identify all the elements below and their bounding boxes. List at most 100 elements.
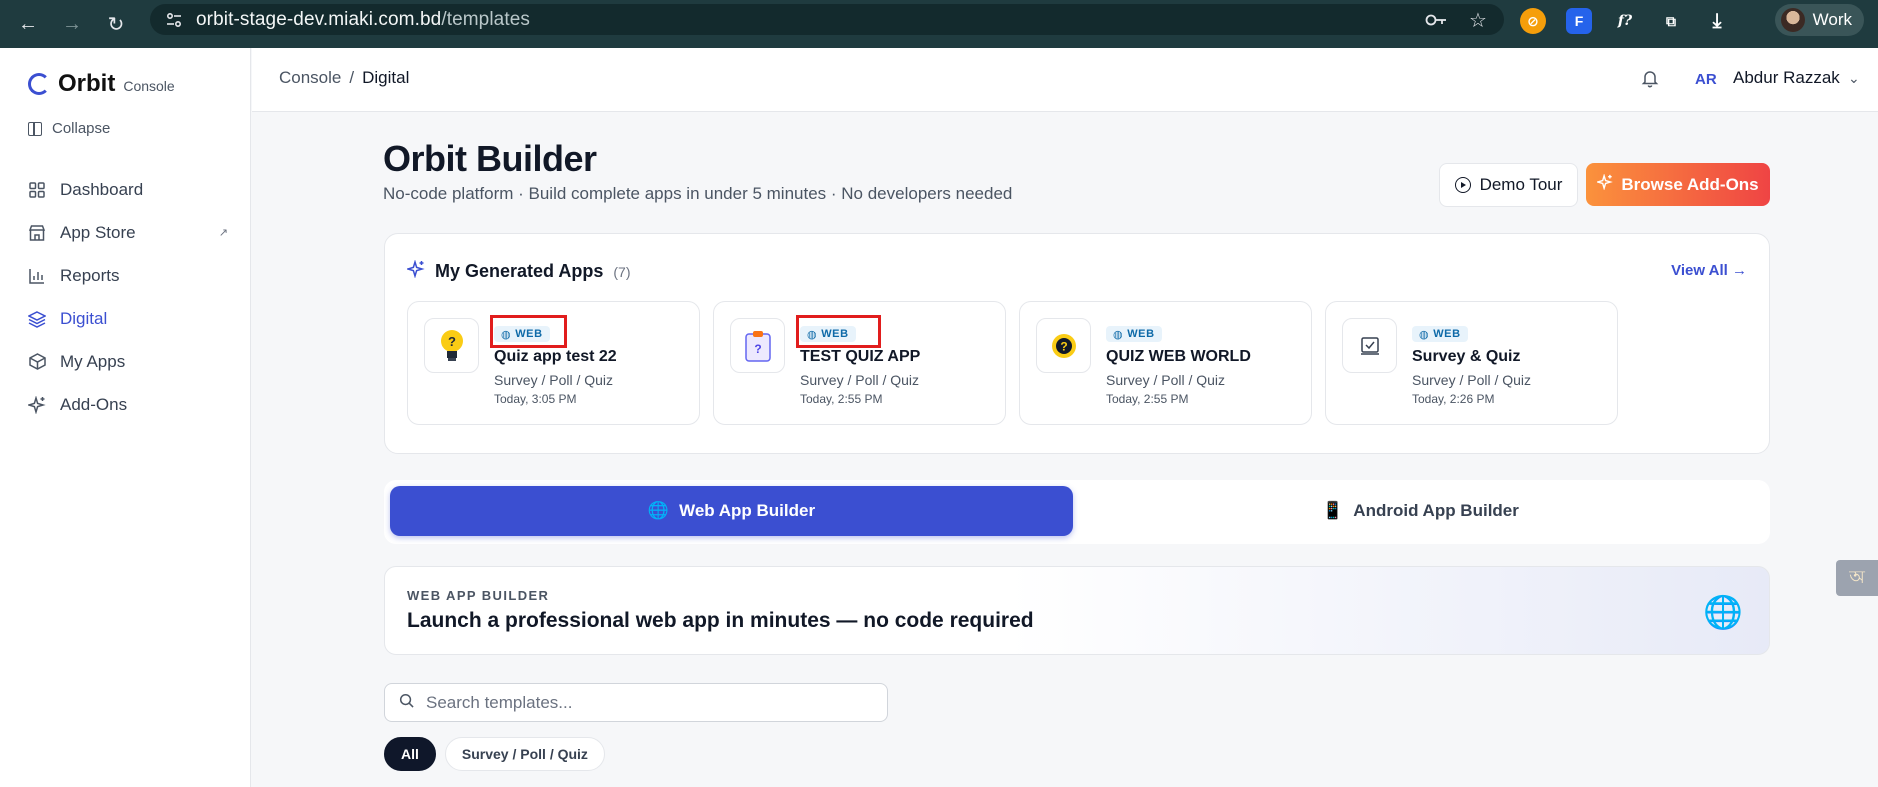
sidebar-item-app-store[interactable]: App Store ↗ xyxy=(28,211,228,254)
filter-chip-survey-poll-quiz[interactable]: Survey / Poll / Quiz xyxy=(444,737,605,771)
tab-android-app-builder[interactable]: 📱 Android App Builder xyxy=(1077,486,1764,536)
store-icon xyxy=(28,224,46,242)
sidebar-collapse-icon xyxy=(28,121,42,136)
app-card[interactable]: ? ◍ WEB TEST QUIZ APP Survey / Poll / Qui… xyxy=(713,301,1006,425)
extension-3-icon[interactable]: f? xyxy=(1612,8,1638,34)
highlight-box xyxy=(490,315,567,348)
builder-tabs: 🌐 Web App Builder 📱 Android App Builder xyxy=(384,480,1770,544)
site-settings-icon[interactable] xyxy=(164,10,184,30)
globe-icon: 🌐 xyxy=(647,501,670,520)
top-header: Console / Digital AR Abdur Razzak ⌄ xyxy=(252,48,1878,112)
question-icon: ? xyxy=(1036,318,1091,373)
web-badge: ◍ WEB xyxy=(1106,326,1162,342)
browser-toolbar: ← → ↻ orbit-stage-dev.miaki.com.bd/templ… xyxy=(0,0,1878,48)
svg-text:?: ? xyxy=(448,334,456,349)
template-search[interactable] xyxy=(384,683,888,722)
svg-text:?: ? xyxy=(1060,339,1067,353)
bar-chart-icon xyxy=(28,267,46,285)
filter-chip-all[interactable]: All xyxy=(384,737,436,771)
box-icon xyxy=(28,353,46,371)
clipboard-icon: ? xyxy=(730,318,785,373)
highlight-box xyxy=(796,315,881,348)
breadcrumb: Console / Digital xyxy=(279,68,409,88)
breadcrumb-separator: / xyxy=(349,68,355,87)
breadcrumb-console[interactable]: Console xyxy=(279,68,341,88)
check-square-icon xyxy=(1342,318,1397,373)
phone-icon: 📱 xyxy=(1322,501,1344,520)
generated-apps-count: (7) xyxy=(613,263,631,280)
sidebar-item-dashboard[interactable]: Dashboard xyxy=(28,168,228,211)
address-bar[interactable]: orbit-stage-dev.miaki.com.bd/templates ☆ xyxy=(150,4,1504,35)
key-icon[interactable] xyxy=(1424,8,1448,32)
banner-headline: Launch a professional web app in minutes… xyxy=(407,609,1034,632)
extension-2-icon[interactable]: F xyxy=(1566,8,1592,34)
app-name: Quiz app test 22 xyxy=(494,348,617,365)
url-text: orbit-stage-dev.miaki.com.bd/templates xyxy=(196,8,530,30)
bell-icon[interactable] xyxy=(1640,68,1662,90)
app-timestamp: Today, 3:05 PM xyxy=(494,392,577,406)
user-name[interactable]: Abdur Razzak xyxy=(1733,68,1840,88)
app-card[interactable]: ? ◍ WEB QUIZ WEB WORLD Survey / Poll / Qu… xyxy=(1019,301,1312,425)
brand[interactable]: Orbit Console xyxy=(28,70,175,98)
download-icon[interactable]: ⤓ xyxy=(1704,8,1730,34)
orbit-logo-icon xyxy=(28,73,50,95)
lightbulb-icon: ? xyxy=(424,318,479,373)
app-name: TEST QUIZ APP xyxy=(800,348,921,365)
language-toggle-tab[interactable]: অ xyxy=(1836,560,1878,596)
sidebar-item-reports[interactable]: Reports xyxy=(28,254,228,297)
search-icon xyxy=(399,693,414,713)
globe-icon: ◍ xyxy=(1419,328,1430,341)
globe-icon: 🌐 xyxy=(1703,594,1743,630)
view-all-link[interactable]: View All → xyxy=(1671,262,1747,279)
external-link-icon: ↗ xyxy=(218,227,228,239)
app-name: QUIZ WEB WORLD xyxy=(1106,348,1251,365)
extension-1-icon[interactable]: ⊘ xyxy=(1520,8,1546,34)
sparkles-icon xyxy=(405,259,425,283)
page-title: Orbit Builder xyxy=(383,138,597,179)
generated-apps-title: My Generated Apps xyxy=(435,261,604,281)
browse-add-ons-button[interactable]: Browse Add-Ons xyxy=(1586,163,1770,206)
chevron-down-icon[interactable]: ⌄ xyxy=(1848,70,1860,87)
forward-icon[interactable]: → xyxy=(56,8,88,40)
brand-name: Orbit xyxy=(58,70,116,97)
app-category: Survey / Poll / Quiz xyxy=(800,372,920,388)
app-card[interactable]: ? ◍ WEB Quiz app test 22 Survey / Poll / … xyxy=(407,301,700,425)
globe-icon: ◍ xyxy=(1113,328,1124,341)
profile-button[interactable]: Work xyxy=(1774,4,1864,36)
app-timestamp: Today, 2:26 PM xyxy=(1412,392,1495,406)
extensions-puzzle-icon[interactable]: ⧉ xyxy=(1658,8,1684,34)
tab-web-app-builder[interactable]: 🌐 Web App Builder xyxy=(390,486,1073,536)
sidebar-item-add-ons[interactable]: Add-Ons xyxy=(28,383,228,426)
sidebar-nav: Dashboard App Store ↗ Reports Digital My… xyxy=(28,168,228,426)
generated-apps-header: My Generated Apps (7) xyxy=(405,259,631,283)
sparkles-icon xyxy=(1595,173,1614,195)
search-input[interactable] xyxy=(426,692,866,713)
back-icon[interactable]: ← xyxy=(12,8,44,40)
avatar xyxy=(1780,8,1805,32)
generated-apps-card: My Generated Apps (7) View All → ? ◍ WEB … xyxy=(384,233,1770,454)
language-icon: অ xyxy=(1849,566,1865,587)
play-icon xyxy=(1454,177,1471,193)
web-badge: ◍ WEB xyxy=(1412,326,1468,342)
reload-icon[interactable]: ↻ xyxy=(100,8,132,40)
svg-text:?: ? xyxy=(754,342,761,356)
app-timestamp: Today, 2:55 PM xyxy=(800,392,883,406)
sidebar-item-my-apps[interactable]: My Apps xyxy=(28,340,228,383)
user-initials[interactable]: AR xyxy=(1695,71,1717,88)
app-category: Survey / Poll / Quiz xyxy=(1106,372,1226,388)
collapse-button[interactable]: Collapse xyxy=(28,120,110,137)
app-timestamp: Today, 2:55 PM xyxy=(1106,392,1189,406)
demo-tour-button[interactable]: Demo Tour xyxy=(1439,163,1578,207)
page-subtitle: No-code platform · Build complete apps i… xyxy=(383,184,1013,203)
brand-subtitle: Console xyxy=(123,78,175,94)
sidebar-item-digital[interactable]: Digital xyxy=(28,297,228,340)
sidebar: Orbit Console Collapse Dashboard App Sto… xyxy=(0,48,251,787)
app-name: Survey & Quiz xyxy=(1412,348,1521,365)
banner-eyebrow: WEB APP BUILDER xyxy=(407,588,550,603)
app-category: Survey / Poll / Quiz xyxy=(1412,372,1532,388)
layers-icon xyxy=(28,310,46,328)
bookmark-star-icon[interactable]: ☆ xyxy=(1466,8,1490,32)
web-builder-banner: WEB APP BUILDER Launch a professional we… xyxy=(384,566,1770,655)
breadcrumb-current: Digital xyxy=(362,68,410,87)
app-card[interactable]: ◍ WEB Survey & Quiz Survey / Poll / Quiz … xyxy=(1325,301,1618,425)
